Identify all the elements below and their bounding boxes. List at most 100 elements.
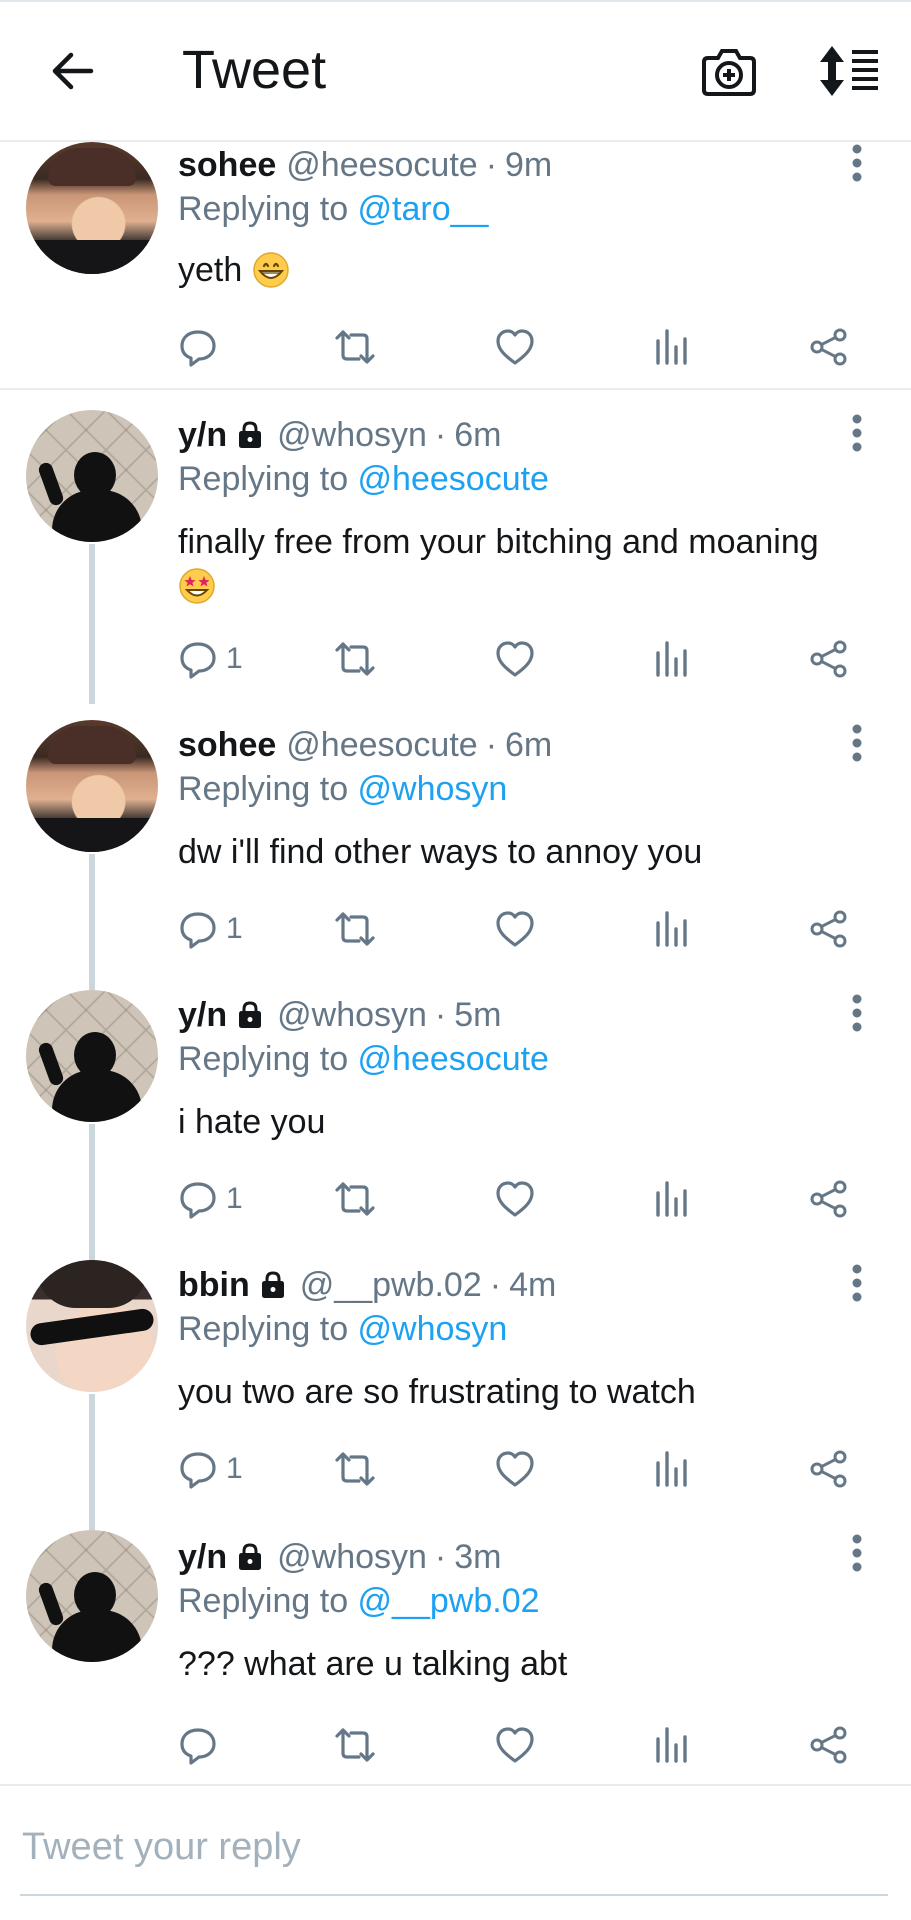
tweet-text-container: dw i'll find other ways to annoy you	[178, 830, 878, 874]
lock-icon	[239, 1001, 262, 1028]
analytics-button[interactable]	[654, 1174, 690, 1224]
timestamp: 9m	[505, 146, 553, 184]
user-handle: @whosyn	[277, 996, 427, 1034]
separator-dot: ·	[434, 1538, 447, 1576]
user-handle: @__pwb.02	[299, 1266, 482, 1304]
user-handle: @whosyn	[277, 416, 427, 454]
replying-to-line: Replying to @whosyn	[178, 768, 507, 810]
share-icon	[810, 910, 847, 948]
like-button[interactable]	[494, 1174, 536, 1224]
reply-button[interactable]: 1	[178, 1444, 243, 1494]
mention-link[interactable]: @whosyn	[358, 1310, 508, 1348]
back-button[interactable]	[42, 44, 102, 98]
avatar[interactable]	[26, 1260, 158, 1392]
more-options-button[interactable]	[842, 990, 872, 1036]
display-name[interactable]: y/n	[178, 994, 227, 1036]
reply-button[interactable]	[178, 322, 226, 372]
thread-connector	[89, 544, 95, 704]
more-options-button[interactable]	[842, 410, 872, 456]
share-button[interactable]	[808, 1174, 850, 1224]
display-name[interactable]: sohee	[178, 144, 276, 186]
like-button[interactable]	[494, 1720, 536, 1770]
analytics-button[interactable]	[654, 322, 690, 372]
analytics-button[interactable]	[654, 634, 690, 684]
separator-dot: ·	[489, 1266, 502, 1304]
avatar[interactable]	[26, 1530, 158, 1662]
retweet-button[interactable]	[333, 322, 377, 372]
tweet-item[interactable]: bbin @__pwb.02 · 4m Replying to @whosyn …	[0, 1260, 911, 1530]
tweet-text-container: you two are so frustrating to watch	[178, 1370, 878, 1414]
display-name[interactable]: y/n	[178, 1536, 227, 1578]
share-button[interactable]	[808, 1444, 850, 1494]
analytics-button[interactable]	[654, 1444, 690, 1494]
mention-link[interactable]: @heesocute	[358, 460, 549, 498]
replying-to-line: Replying to @__pwb.02	[178, 1580, 540, 1622]
replying-to-label: Replying to	[178, 460, 358, 498]
tweet-actions: 1	[178, 1174, 878, 1224]
like-button[interactable]	[494, 1444, 536, 1494]
retweet-button[interactable]	[333, 904, 377, 954]
avatar[interactable]	[26, 142, 158, 274]
reply-bubble-icon	[180, 1728, 216, 1765]
like-button[interactable]	[494, 322, 536, 372]
like-button[interactable]	[494, 904, 536, 954]
display-name[interactable]: sohee	[178, 724, 276, 766]
avatar[interactable]	[26, 990, 158, 1122]
retweet-button[interactable]	[333, 1720, 377, 1770]
tweet-item[interactable]: y/n @whosyn · 3m Replying to @__pwb.02 ?…	[0, 1530, 911, 1782]
more-vertical-icon	[852, 994, 862, 1032]
tweet-text-container: i hate you	[178, 1100, 878, 1144]
tweet-item[interactable]: sohee @heesocute · 6m Replying to @whosy…	[0, 720, 911, 990]
avatar[interactable]	[26, 720, 158, 852]
tweet-actions: 1	[178, 904, 878, 954]
camera-button[interactable]	[700, 42, 758, 100]
reply-button[interactable]: 1	[178, 1174, 243, 1224]
tweet-item[interactable]: sohee @heesocute · 9m Replying to @taro_…	[0, 142, 911, 390]
display-name[interactable]: y/n	[178, 414, 227, 456]
more-options-button[interactable]	[842, 1260, 872, 1306]
tweet-header: bbin @__pwb.02 · 4m	[178, 1264, 556, 1306]
mention-link[interactable]: @__pwb.02	[358, 1582, 540, 1620]
analytics-button[interactable]	[654, 1720, 690, 1770]
share-button[interactable]	[808, 904, 850, 954]
display-name[interactable]: bbin	[178, 1264, 250, 1306]
tweet-item[interactable]: y/n @whosyn · 5m Replying to @heesocute …	[0, 990, 911, 1260]
mention-link[interactable]: @taro__	[358, 190, 489, 228]
like-button[interactable]	[494, 634, 536, 684]
share-button[interactable]	[808, 634, 850, 684]
mention-link[interactable]: @whosyn	[358, 770, 508, 808]
share-button[interactable]	[808, 322, 850, 372]
analytics-bars-icon	[656, 641, 687, 677]
retweet-button[interactable]	[333, 1174, 377, 1224]
reply-button[interactable]: 1	[178, 904, 243, 954]
lock-icon	[239, 1543, 262, 1570]
reply-input[interactable]	[20, 1816, 884, 1878]
analytics-button[interactable]	[654, 904, 690, 954]
retweet-button[interactable]	[333, 634, 377, 684]
tweet-header: y/n @whosyn · 6m	[178, 414, 501, 456]
reply-button[interactable]	[178, 1720, 226, 1770]
heart-icon	[496, 1727, 534, 1763]
reply-count: 1	[226, 1452, 243, 1485]
thread-connector	[89, 1394, 95, 1530]
tweet-actions	[178, 1720, 878, 1770]
page-title: Tweet	[182, 40, 327, 100]
retweet-button[interactable]	[333, 1444, 377, 1494]
share-button[interactable]	[808, 1720, 850, 1770]
mention-link[interactable]: @heesocute	[358, 1040, 549, 1078]
retweet-icon	[335, 1452, 375, 1486]
tweet-text: yeth	[178, 251, 243, 289]
avatar[interactable]	[26, 410, 158, 542]
tweet-item[interactable]: y/n @whosyn · 6m Replying to @heesocute …	[0, 410, 911, 704]
tweet-header: sohee @heesocute · 9m	[178, 144, 552, 186]
share-icon	[810, 1726, 847, 1764]
sort-button[interactable]	[816, 42, 884, 100]
user-handle: @whosyn	[277, 1538, 427, 1576]
more-options-button[interactable]	[842, 720, 872, 766]
more-options-button[interactable]	[842, 1530, 872, 1576]
reply-button[interactable]: 1	[178, 634, 243, 684]
share-icon	[810, 1450, 847, 1488]
reply-bubble-icon	[180, 330, 216, 367]
more-options-button[interactable]	[842, 140, 872, 186]
analytics-bars-icon	[656, 1181, 687, 1217]
